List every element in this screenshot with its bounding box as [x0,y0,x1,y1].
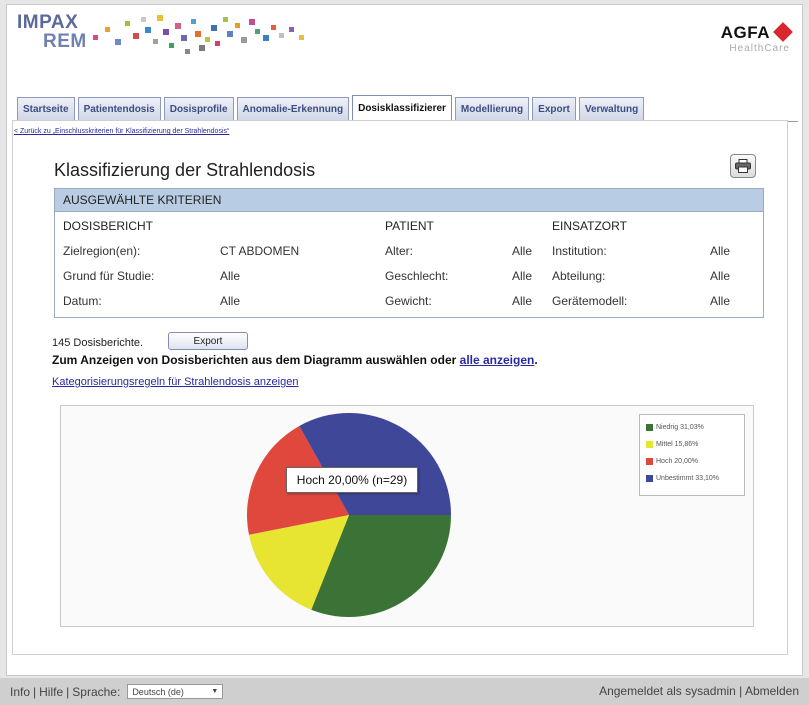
criteria-value: Alle [710,294,731,308]
categorization-rules-link[interactable]: Kategorisierungsregeln für Strahlendosis… [52,376,298,388]
footer-right: Angemeldet als sysadmin | Abmelden [599,684,799,698]
footer-left: Info | Hilfe | Sprache: Deutsch (de) ▼ [10,684,224,699]
slice-tooltip: Hoch 20,00% (n=29) [286,467,418,493]
pie-chart-panel: Niedrig 31,03% Mittel 15,86% Hoch 20,00% Un… [60,405,754,627]
tab-verwaltung[interactable]: Verwaltung [578,97,645,121]
tab-dosisklassifizierer[interactable]: Dosisklassifizierer [352,95,452,121]
criteria-label: Gerätemodell: [552,294,628,308]
page-title: Klassifizierung der Strahlendosis [54,160,316,180]
agfa-sub-text: HealthCare [729,43,790,54]
criteria-value: Alle [512,244,533,258]
chart-legend: Niedrig 31,03% Mittel 15,86% Hoch 20,00% Un… [639,414,745,496]
show-all-link[interactable]: alle anzeigen [460,353,535,367]
instruction-text: Zum Anzeigen von Dosisberichten aus dem … [52,353,538,367]
tab-anomalie-erkennung[interactable]: Anomalie-Erkennung [236,97,350,121]
impax-logo: IMPAX REM [17,13,87,51]
legend-swatch [646,475,653,482]
criteria-label: Geschlecht: [385,269,449,283]
section-report-heading: DOSISBERICHT [63,219,154,233]
main-tabs: Startseite Patientendosis Dosisprofile Anom… [17,95,645,121]
legend-label: Mittel 15,86% [656,441,699,448]
print-button[interactable] [730,154,756,178]
printer-icon [735,159,751,173]
criteria-label: Datum: [63,294,102,308]
criteria-value: Alle [512,269,533,283]
logo-impax-text: IMPAX [17,12,79,33]
criteria-panel: AUSGEWÄHLTE KRITERIEN DOSISBERICHT PATIE… [54,188,764,318]
criteria-label: Alter: [385,244,414,258]
legend-swatch [646,441,653,448]
legend-item[interactable]: Mittel 15,86% [646,436,738,453]
footer-bar: Info | Hilfe | Sprache: Deutsch (de) ▼ A… [0,678,809,705]
tab-export[interactable]: Export [532,97,576,121]
language-select[interactable]: Deutsch (de) ▼ [127,684,224,699]
report-count: 145 Dosisberichte. [52,337,144,349]
criteria-value: Alle [220,294,241,308]
back-link[interactable]: < Zurück zu „Einschlusskriterien für Kla… [14,128,229,135]
legend-label: Unbestimmt 33,10% [656,475,720,482]
legend-swatch [646,424,653,431]
criteria-value: CT ABDOMEN [220,244,300,258]
language-value: Deutsch (de) [132,686,184,697]
criteria-value: Alle [710,269,731,283]
criteria-label: Grund für Studie: [63,269,155,283]
pixel-mosaic-logo [93,15,304,54]
tab-modellierung[interactable]: Modellierung [454,97,530,121]
logo-rem-text: REM [43,31,87,52]
language-label: Sprache: [72,684,121,699]
criteria-value: Alle [710,244,731,258]
help-link[interactable]: Hilfe [39,685,63,699]
legend-label: Niedrig 31,03% [656,424,704,431]
instruction-sentence: Zum Anzeigen von Dosisberichten aus dem … [52,353,460,367]
header: IMPAX REM AGFA HealthCare [7,5,804,87]
legend-swatch [646,458,653,465]
logged-in-text: Angemeldet als sysadmin [599,684,736,698]
criteria-value: Alle [220,269,241,283]
criteria-label: Zielregion(en): [63,244,141,258]
legend-item[interactable]: Hoch 20,00% [646,453,738,470]
footer-separator: | [33,684,37,699]
legend-item[interactable]: Unbestimmt 33,10% [646,470,738,487]
agfa-logo: AGFA HealthCare [720,22,793,54]
criteria-label: Abteilung: [552,269,606,283]
tab-startseite[interactable]: Startseite [17,97,75,121]
agfa-brand-text: AGFA [720,23,770,42]
logout-link[interactable]: Abmelden [745,684,799,698]
export-button[interactable]: Export [168,332,248,350]
criteria-heading: AUSGEWÄHLTE KRITERIEN [55,189,763,212]
criteria-label: Institution: [552,244,607,258]
agfa-diamond-icon [773,22,793,42]
instruction-period: . [534,353,538,367]
legend-item[interactable]: Niedrig 31,03% [646,419,738,436]
criteria-grid: DOSISBERICHT PATIENT EINSATZORT Zielregi… [55,212,763,318]
criteria-value: Alle [512,294,533,308]
section-location-heading: EINSATZORT [552,219,627,233]
footer-separator: | [66,684,70,699]
legend-label: Hoch 20,00% [656,458,699,465]
chevron-down-icon: ▼ [211,688,219,695]
criteria-label: Gewicht: [385,294,432,308]
section-patient-heading: PATIENT [385,219,434,233]
info-link[interactable]: Info [10,685,30,699]
tab-dosisprofile[interactable]: Dosisprofile [163,97,234,121]
tab-patientendosis[interactable]: Patientendosis [77,97,161,121]
